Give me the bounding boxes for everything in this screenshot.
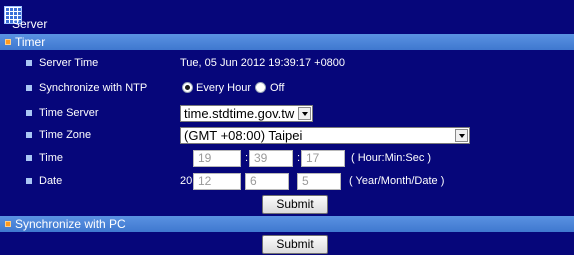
row-marker-icon xyxy=(26,85,32,91)
off-label[interactable]: Off xyxy=(270,82,284,94)
date-label: Date xyxy=(39,175,63,187)
year-prefix: 20 xyxy=(180,175,193,187)
time-separator: : xyxy=(297,152,301,164)
section-bullet-icon xyxy=(5,39,11,45)
row-marker-icon xyxy=(26,178,32,184)
second-input[interactable]: 17 xyxy=(301,150,345,167)
chevron-down-icon[interactable] xyxy=(455,129,468,142)
timer-section-title: Timer xyxy=(15,35,46,49)
time-format-hint: ( Hour:Min:Sec ) xyxy=(351,152,432,164)
time-zone-label: Time Zone xyxy=(39,129,92,141)
row-marker-icon xyxy=(26,110,32,116)
row-marker-icon xyxy=(26,155,32,161)
time-zone-row: Time Zone (GMT +08:00) Taipei xyxy=(0,125,574,146)
time-label: Time xyxy=(39,152,64,164)
hour-input[interactable]: 19 xyxy=(193,150,241,167)
time-zone-select[interactable]: (GMT +08:00) Taipei xyxy=(180,127,470,144)
every-hour-label[interactable]: Every Hour xyxy=(196,82,251,94)
time-row: Time 19 : 39 : 17 ( Hour:Min:Sec ) xyxy=(0,148,574,169)
sync-pc-section-title: Synchronize with PC xyxy=(15,217,126,231)
chevron-down-icon[interactable] xyxy=(298,107,311,120)
sync-ntp-label: Synchronize with NTP xyxy=(39,82,148,94)
time-server-label: Time Server xyxy=(39,107,99,119)
time-server-row: Time Server time.stdtime.gov.tw xyxy=(0,103,574,124)
time-server-select[interactable]: time.stdtime.gov.tw xyxy=(180,105,313,122)
page-header: Server xyxy=(0,0,574,33)
time-server-value: time.stdtime.gov.tw xyxy=(184,106,295,121)
server-time-row: Server Time Tue, 05 Jun 2012 19:39:17 +0… xyxy=(0,53,574,74)
minute-input[interactable]: 39 xyxy=(249,150,293,167)
sync-pc-submit-button[interactable]: Submit xyxy=(262,235,328,254)
server-time-value: Tue, 05 Jun 2012 19:39:17 +0800 xyxy=(180,57,346,69)
server-time-label: Server Time xyxy=(39,57,99,69)
month-input[interactable]: 6 xyxy=(245,173,289,190)
day-input[interactable]: 5 xyxy=(297,173,341,190)
off-radio[interactable] xyxy=(255,82,266,93)
section-bullet-icon xyxy=(5,221,11,227)
year-input[interactable]: 12 xyxy=(193,173,241,190)
page-title: Server xyxy=(12,17,48,31)
timer-submit-button[interactable]: Submit xyxy=(262,195,328,214)
time-separator: : xyxy=(245,152,249,164)
sync-pc-section-header: Synchronize with PC xyxy=(0,216,574,232)
date-format-hint: ( Year/Month/Date ) xyxy=(349,175,445,187)
date-row: Date 20 12 / 6 / 5 ( Year/Month/Date ) xyxy=(0,171,574,192)
every-hour-radio[interactable] xyxy=(182,82,193,93)
time-zone-value: (GMT +08:00) Taipei xyxy=(184,128,303,143)
row-marker-icon xyxy=(26,60,32,66)
row-marker-icon xyxy=(26,132,32,138)
timer-section-header: Timer xyxy=(0,34,574,50)
sync-ntp-row: Synchronize with NTP Every Hour Off xyxy=(0,78,574,99)
